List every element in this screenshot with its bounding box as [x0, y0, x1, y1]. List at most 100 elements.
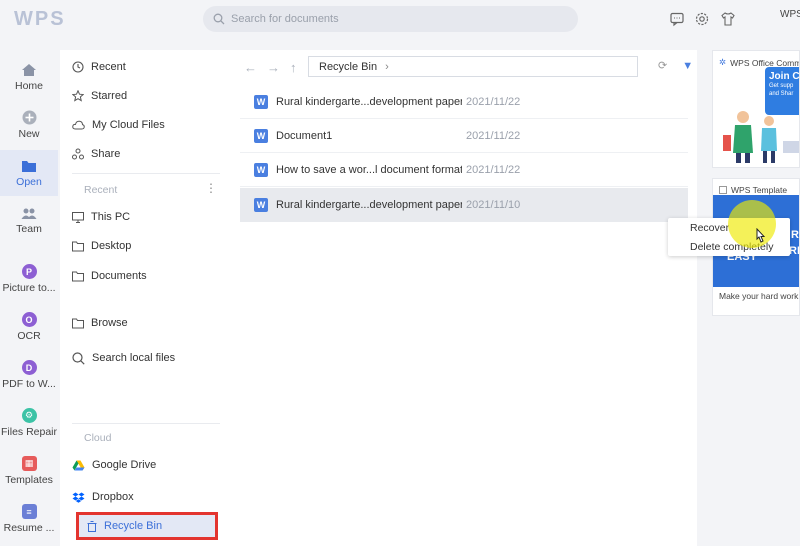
chevron-right-icon: › — [385, 60, 389, 73]
gear-icon[interactable] — [694, 11, 710, 27]
file-row[interactable]: W How to save a wor...l document format … — [240, 153, 688, 187]
ocr-icon: O — [21, 312, 37, 327]
star-icon — [72, 90, 84, 102]
mouse-cursor-icon — [756, 228, 765, 243]
file-browser: ← → ↑ Recycle Bin › ⟳ ▼ W Rural kinderga… — [232, 50, 697, 546]
file-row-selected[interactable]: W Rural kindergarte...development paper … — [240, 188, 688, 222]
word-doc-icon: W — [254, 198, 268, 212]
nav-item-desktop[interactable]: Desktop — [72, 235, 222, 257]
rail-label: Files Repair — [0, 426, 58, 438]
search-bar[interactable] — [203, 6, 578, 32]
left-rail: Home New Open Team P Picture to... O OCR… — [0, 50, 60, 546]
up-arrow-icon[interactable]: ↑ — [290, 60, 297, 75]
rail-ocr[interactable]: O OCR — [0, 304, 58, 350]
people-illustration — [723, 111, 799, 163]
nav-item-recycle-bin[interactable]: Recycle Bin — [76, 512, 218, 540]
rail-templates[interactable]: ▦ Templates — [0, 448, 58, 494]
file-date: 2021/11/10 — [466, 199, 521, 211]
file-date: 2021/11/22 — [466, 163, 521, 176]
path-tools: ⟳ ▼ — [658, 59, 693, 72]
nav-item-browse[interactable]: Browse — [72, 312, 222, 334]
nav-divider — [72, 173, 220, 174]
file-name: Rural kindergarte...development paper — [276, 199, 462, 211]
picture-to-text-icon: P — [21, 264, 37, 279]
word-doc-icon: W — [254, 128, 268, 143]
filter-icon[interactable]: ▼ — [682, 60, 693, 72]
file-date: 2021/11/22 — [466, 129, 521, 142]
folder-icon — [22, 160, 36, 172]
user-account[interactable]: WPS — [780, 9, 800, 20]
top-bar: WPS WPS — [0, 0, 800, 40]
nav-divider — [72, 423, 220, 424]
forward-arrow-icon[interactable]: → — [267, 60, 280, 75]
wps-window: WPS WPS Home — [0, 0, 800, 546]
skin-shirt-icon[interactable] — [720, 11, 736, 27]
file-name: Document1 — [276, 129, 333, 142]
nav-item-this-pc[interactable]: This PC — [72, 206, 222, 228]
breadcrumb-current: Recycle Bin — [319, 60, 378, 73]
cloud-icon — [72, 120, 85, 130]
rail-label: Open — [16, 175, 42, 188]
resume-icon: ≡ — [21, 504, 37, 519]
pdf-to-word-icon: D — [21, 360, 37, 375]
menu-item-delete-completely[interactable]: Delete completely — [668, 237, 790, 256]
rail-label: Picture to... — [2, 282, 56, 294]
file-row[interactable]: W Rural kindergarte...development paper … — [240, 85, 688, 119]
community-icon: ✲ — [719, 57, 727, 67]
rail-resume[interactable]: ≡ Resume ... — [0, 496, 58, 542]
nav-item-starred[interactable]: Starred — [72, 85, 222, 107]
desktop-folder-icon — [72, 241, 84, 251]
rail-files-repair[interactable]: ⚙ Files Repair — [0, 400, 58, 446]
file-date: 2021/11/22 — [466, 95, 521, 108]
nav-item-dropbox[interactable]: Dropbox — [72, 486, 222, 508]
rail-picture-to-text[interactable]: P Picture to... — [0, 256, 58, 302]
nav-item-search-local-files[interactable]: Search local files — [72, 347, 222, 369]
file-name: How to save a wor...l document format — [276, 163, 462, 176]
more-options-icon[interactable]: ⋮ — [205, 181, 217, 195]
file-row[interactable]: W Document1 2021/11/22 — [240, 119, 688, 153]
search-icon — [213, 13, 225, 25]
nav-item-share[interactable]: Share — [72, 143, 222, 165]
chat-icon[interactable] — [669, 11, 685, 27]
trash-icon — [87, 520, 97, 532]
nav-section-recent: Recent — [84, 184, 118, 196]
back-arrow-icon[interactable]: ← — [244, 60, 257, 75]
rail-label: New — [18, 128, 40, 140]
rail-home[interactable]: Home — [0, 54, 58, 100]
nav-item-recent[interactable]: Recent — [72, 56, 222, 78]
rail-new[interactable]: New — [0, 102, 58, 148]
plus-circle-icon — [22, 110, 36, 125]
card-title: WPS Template — [719, 185, 787, 195]
nav-item-google-drive[interactable]: Google Drive — [72, 454, 222, 476]
documents-folder-icon — [72, 271, 84, 281]
share-icon — [72, 148, 84, 160]
card-footer: Make your hard work — [719, 291, 799, 301]
nav-item-my-cloud-files[interactable]: My Cloud Files — [72, 114, 222, 136]
browse-folder-icon — [72, 318, 84, 328]
google-drive-icon — [72, 460, 85, 470]
rail-label: Team — [16, 223, 42, 235]
search-icon — [72, 351, 85, 365]
nav-panel: Recent Starred My Cloud Files Share Rece… — [60, 50, 232, 546]
search-input[interactable] — [231, 13, 551, 25]
rail-pdf-to-word[interactable]: D PDF to W... — [0, 352, 58, 398]
rail-label: Templates — [5, 474, 53, 486]
home-icon — [22, 63, 36, 76]
templates-icon: ▦ — [21, 456, 37, 471]
template-icon — [719, 186, 727, 194]
community-card[interactable]: ✲ WPS Office Comm Join C Get supp and Sh… — [712, 50, 800, 168]
clock-icon — [72, 61, 84, 73]
team-icon — [21, 208, 37, 219]
rail-open[interactable]: Open — [0, 150, 58, 196]
word-doc-icon: W — [254, 94, 268, 109]
nav-item-documents[interactable]: Documents — [72, 265, 222, 287]
rail-team[interactable]: Team — [0, 198, 58, 244]
nav-section-cloud: Cloud — [84, 432, 112, 444]
refresh-icon[interactable]: ⟳ — [658, 60, 667, 72]
files-repair-icon: ⚙ — [21, 408, 37, 423]
breadcrumb[interactable]: Recycle Bin › — [308, 56, 638, 77]
file-name: Rural kindergarte...development paper — [276, 95, 462, 108]
word-doc-icon: W — [254, 162, 268, 177]
rail-label: PDF to W... — [2, 378, 56, 390]
dropbox-icon — [72, 492, 85, 503]
